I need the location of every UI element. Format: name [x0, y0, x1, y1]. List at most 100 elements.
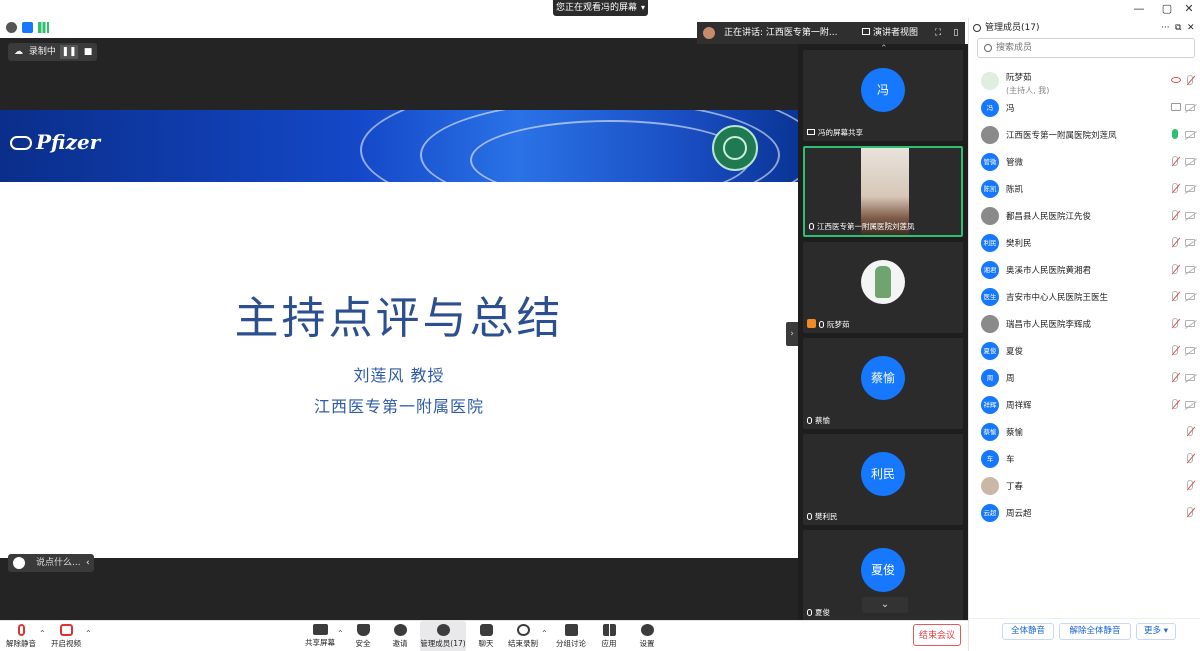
mic-icon[interactable] — [1172, 129, 1178, 139]
camera-off-icon[interactable] — [1185, 293, 1195, 300]
mic-off-icon[interactable] — [1187, 480, 1193, 490]
fullscreen-icon[interactable]: ⛶ — [931, 22, 945, 44]
meeting-toolbar: 解除静音 ⌃ 开启视频 ⌃ 共享屏幕 ⌃ 安全 邀请 管理成员(17) 聊天 结… — [0, 620, 968, 651]
gallery-tile[interactable]: 蔡愉 蔡愉 — [803, 338, 963, 429]
participant-name: 周云超 — [1006, 509, 1032, 519]
scroll-up-icon[interactable]: ⌃ — [880, 44, 888, 54]
end-meeting-button[interactable]: 结束会议 — [913, 624, 961, 646]
gallery-tile[interactable]: 利民 樊利民 — [803, 434, 963, 525]
more-icon[interactable]: ··· — [1161, 18, 1170, 38]
collapse-gallery-button[interactable]: › — [786, 322, 798, 346]
start-video-button[interactable]: 开启视频 — [48, 621, 84, 651]
emoji-icon[interactable] — [13, 557, 25, 569]
chat-button[interactable]: 聊天 — [474, 621, 498, 651]
eye-icon[interactable] — [1171, 77, 1181, 83]
gallery-tile[interactable]: 冯 冯的屏幕共享 — [803, 50, 963, 141]
chevron-up-icon[interactable]: ⌃ — [85, 629, 92, 638]
avatar: 蔡愉 — [981, 423, 999, 441]
participant-row[interactable]: 利民 樊利民 — [969, 230, 1200, 257]
mic-off-icon — [807, 513, 812, 520]
participant-row[interactable]: 陈凯 陈凯 — [969, 176, 1200, 203]
end-recording-button[interactable]: 结束录制 — [506, 621, 540, 651]
sidebar-toggle-icon[interactable]: ▯ — [949, 22, 963, 44]
gallery-tile[interactable]: 阮梦茹 — [803, 242, 963, 333]
mic-off-icon[interactable] — [1187, 507, 1193, 517]
search-input[interactable] — [996, 41, 1186, 55]
camera-off-icon[interactable] — [1185, 104, 1195, 111]
participant-row[interactable]: 阮梦茹 (主持人, 我) — [969, 68, 1200, 95]
breakout-button[interactable]: 分组讨论 — [554, 621, 588, 651]
shield-icon[interactable] — [22, 22, 33, 33]
chevron-up-icon[interactable]: ⌃ — [541, 629, 548, 638]
participant-row[interactable]: 云超 周云超 — [969, 500, 1200, 527]
participant-row[interactable]: 瑞昌市人民医院李辉成 — [969, 311, 1200, 338]
close-panel-icon[interactable]: ✕ — [1187, 18, 1195, 38]
pause-recording-button[interactable]: ❚❚ — [60, 45, 78, 59]
participants-button[interactable]: 管理成员(17) — [420, 621, 466, 651]
scroll-down-button[interactable]: ⌄ — [862, 597, 908, 613]
mic-off-icon[interactable] — [1172, 372, 1178, 382]
mic-off-icon[interactable] — [1187, 453, 1193, 463]
participant-row[interactable]: 医生 吉安市中心人民医院王医生 — [969, 284, 1200, 311]
minimize-icon[interactable]: — — [1132, 2, 1146, 15]
more-button[interactable]: 更多 ▾ — [1136, 623, 1176, 640]
quick-chat-box[interactable]: 说点什么... ‹ — [8, 554, 94, 572]
info-icon[interactable] — [6, 22, 17, 33]
chevron-up-icon[interactable]: ⌃ — [337, 629, 344, 638]
security-button[interactable]: 安全 — [350, 621, 376, 651]
camera-off-icon[interactable] — [1185, 401, 1195, 408]
participant-row[interactable]: 冯 冯 — [969, 95, 1200, 122]
mic-off-icon[interactable] — [1172, 291, 1178, 301]
popout-icon[interactable]: ⧉ — [1175, 18, 1181, 38]
mic-off-icon[interactable] — [1172, 183, 1178, 193]
camera-off-icon[interactable] — [1185, 158, 1195, 165]
participant-row[interactable]: 夏俊 夏俊 — [969, 338, 1200, 365]
chevron-up-icon[interactable]: ⌃ — [39, 629, 46, 638]
mic-off-icon[interactable] — [1172, 156, 1178, 166]
participant-row[interactable]: 丁春 — [969, 473, 1200, 500]
gallery-tile-active[interactable]: 江西医专第一附属医院刘莲凤 — [803, 146, 963, 237]
restore-icon[interactable]: ▢ — [1160, 2, 1174, 15]
invite-label: 邀请 — [392, 639, 408, 648]
signal-icon[interactable] — [38, 22, 49, 33]
mic-off-icon[interactable] — [1187, 75, 1193, 85]
camera-off-icon[interactable] — [1185, 212, 1195, 219]
participant-row[interactable]: 周 周 — [969, 365, 1200, 392]
participant-row[interactable]: 湘君 奥溪市人民医院黄湘君 — [969, 257, 1200, 284]
mic-off-icon[interactable] — [1172, 345, 1178, 355]
participant-row[interactable]: 管微 管微 — [969, 149, 1200, 176]
chevron-left-icon[interactable]: ‹ — [86, 554, 90, 572]
viewing-banner[interactable]: 您正在观看冯的屏幕 ▾ — [553, 0, 648, 16]
mic-off-icon[interactable] — [1187, 426, 1193, 436]
camera-off-icon[interactable] — [1185, 131, 1195, 138]
apps-button[interactable]: 应用 — [597, 621, 621, 651]
camera-off-icon[interactable] — [1185, 320, 1195, 327]
camera-off-icon[interactable] — [1185, 374, 1195, 381]
close-icon[interactable]: ✕ — [1182, 2, 1196, 15]
mic-off-icon[interactable] — [1172, 318, 1178, 328]
settings-label: 设置 — [639, 639, 655, 648]
invite-button[interactable]: 邀请 — [386, 621, 414, 651]
camera-off-icon[interactable] — [1185, 239, 1195, 246]
mute-all-button[interactable]: 全体静音 — [1002, 623, 1054, 640]
camera-off-icon[interactable] — [1185, 266, 1195, 273]
mic-off-icon[interactable] — [1172, 237, 1178, 247]
participant-row[interactable]: 车 车 — [969, 446, 1200, 473]
unmute-all-button[interactable]: 解除全体静音 — [1059, 623, 1131, 640]
unmute-button[interactable]: 解除静音 — [4, 621, 38, 651]
stop-recording-button[interactable]: ■ — [79, 45, 97, 59]
member-search[interactable] — [977, 38, 1195, 58]
participant-row[interactable]: 江西医专第一附属医院刘莲凤 — [969, 122, 1200, 149]
avatar: 冯 — [981, 99, 999, 117]
camera-off-icon[interactable] — [1185, 347, 1195, 354]
mic-off-icon[interactable] — [1172, 210, 1178, 220]
participant-name: 瑞昌市人民医院李辉成 — [1006, 320, 1092, 330]
camera-off-icon[interactable] — [1185, 185, 1195, 192]
participant-row[interactable]: 祥辉 周祥辉 — [969, 392, 1200, 419]
participant-row[interactable]: 鄱昌县人民医院江先俊 — [969, 203, 1200, 230]
mic-off-icon[interactable] — [1172, 399, 1178, 409]
mic-off-icon[interactable] — [1172, 264, 1178, 274]
share-screen-button[interactable]: 共享屏幕 — [303, 621, 337, 651]
participant-row[interactable]: 蔡愉 蔡愉 — [969, 419, 1200, 446]
settings-button[interactable]: 设置 — [635, 621, 659, 651]
